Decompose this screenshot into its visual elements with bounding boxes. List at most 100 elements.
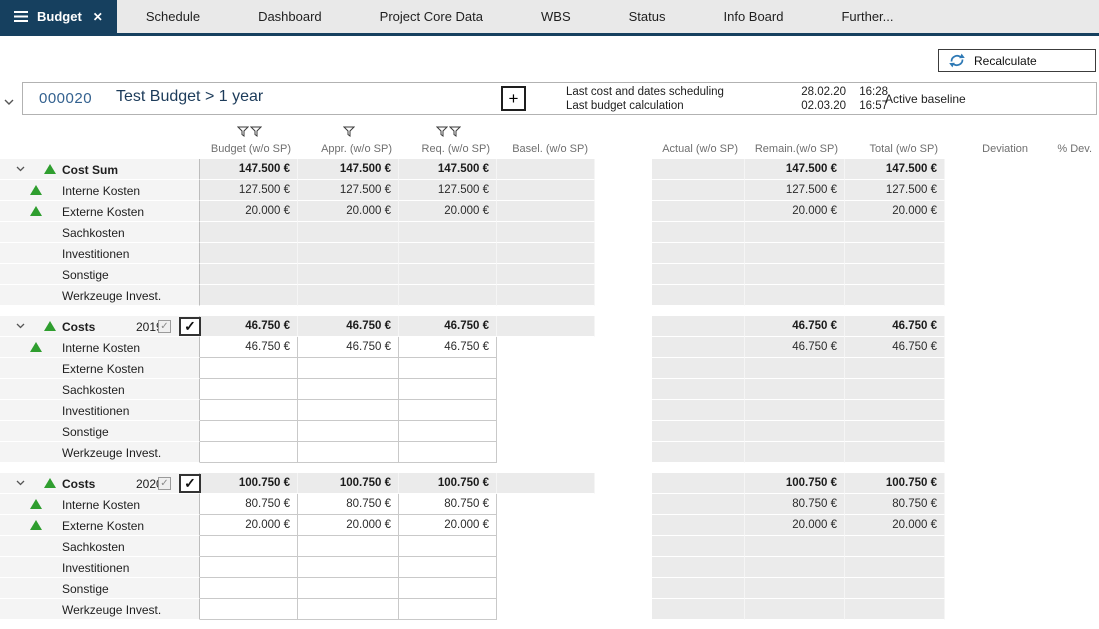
active-checkbox[interactable]: ✓ bbox=[179, 317, 201, 336]
baseline-checkbox[interactable]: ✓ bbox=[158, 477, 171, 490]
cell-req[interactable] bbox=[399, 536, 497, 557]
cell-budget[interactable] bbox=[200, 536, 298, 557]
row-label-cell: Interne Kosten bbox=[0, 494, 200, 515]
cell-appr[interactable] bbox=[298, 400, 399, 421]
cell-req[interactable] bbox=[399, 557, 497, 578]
tab-info-board[interactable]: Info Board bbox=[694, 0, 812, 33]
table-row: Sachkosten bbox=[0, 379, 1099, 400]
filter-icon[interactable] bbox=[250, 126, 262, 137]
row-label-cell: Werkzeuge Invest. bbox=[0, 599, 200, 620]
cell-appr[interactable] bbox=[298, 599, 399, 620]
cell-gap bbox=[595, 337, 652, 358]
row-label-cell: Sonstige bbox=[0, 421, 200, 442]
header-collapse-icon[interactable] bbox=[4, 92, 14, 110]
cell-req: 147.500 € bbox=[399, 159, 497, 180]
cell-appr[interactable] bbox=[298, 578, 399, 599]
filter-icon[interactable] bbox=[343, 126, 355, 137]
cell-deviation bbox=[945, 578, 1035, 599]
cell-basel bbox=[497, 180, 595, 201]
add-button[interactable]: + bbox=[501, 86, 526, 111]
cell-appr[interactable] bbox=[298, 557, 399, 578]
filter-row bbox=[0, 122, 1099, 139]
table-row: Externe Kosten20.000 €20.000 €20.000 €20… bbox=[0, 515, 1099, 536]
cell-budget[interactable] bbox=[200, 358, 298, 379]
tab-status[interactable]: Status bbox=[600, 0, 695, 33]
cell-total bbox=[845, 400, 945, 421]
menu-icon[interactable] bbox=[14, 11, 28, 22]
column-header-appr: Appr. (w/o SP) bbox=[298, 139, 399, 159]
tab-project-core-data[interactable]: Project Core Data bbox=[351, 0, 512, 33]
cell-req[interactable] bbox=[399, 421, 497, 442]
filter-icon[interactable] bbox=[449, 126, 461, 137]
tab-dashboard[interactable]: Dashboard bbox=[229, 0, 351, 33]
cell-deviation bbox=[945, 159, 1035, 180]
tab-further[interactable]: Further... bbox=[812, 0, 922, 33]
column-header-actual: Actual (w/o SP) bbox=[652, 139, 745, 159]
row-label: Investitionen bbox=[62, 243, 129, 264]
tab-schedule[interactable]: Schedule bbox=[117, 0, 229, 33]
cell-actual bbox=[652, 222, 745, 243]
row-label: Werkzeuge Invest. bbox=[62, 599, 161, 620]
section-label: Cost Sum bbox=[62, 159, 118, 180]
cell-budget[interactable]: 80.750 € bbox=[200, 494, 298, 515]
cell-appr[interactable] bbox=[298, 442, 399, 463]
cell-appr[interactable]: 20.000 € bbox=[298, 515, 399, 536]
cell-budget[interactable] bbox=[200, 442, 298, 463]
cell-req[interactable] bbox=[399, 400, 497, 421]
cell-remain bbox=[745, 358, 845, 379]
cell-req[interactable] bbox=[399, 578, 497, 599]
cell-budget[interactable] bbox=[200, 400, 298, 421]
cell-pdev bbox=[1035, 421, 1099, 442]
cell-req[interactable] bbox=[399, 379, 497, 400]
cell-appr[interactable] bbox=[298, 421, 399, 442]
cell-budget[interactable] bbox=[200, 599, 298, 620]
tab-wbs[interactable]: WBS bbox=[512, 0, 600, 33]
close-tab-icon[interactable]: ✕ bbox=[93, 10, 103, 24]
baseline-checkbox[interactable]: ✓ bbox=[158, 320, 171, 333]
cell-req[interactable]: 20.000 € bbox=[399, 515, 497, 536]
row-label-cell: Costs2020✓✓ bbox=[0, 473, 200, 494]
row-label-cell: Sonstige bbox=[0, 264, 200, 285]
cell-actual bbox=[652, 536, 745, 557]
filter-icon[interactable] bbox=[237, 126, 249, 137]
cell-appr: 20.000 € bbox=[298, 201, 399, 222]
cell-req[interactable]: 46.750 € bbox=[399, 337, 497, 358]
cell-appr[interactable] bbox=[298, 358, 399, 379]
column-header-pdev: % Dev. bbox=[1035, 139, 1099, 159]
cell-budget[interactable]: 46.750 € bbox=[200, 337, 298, 358]
row-label-cell: Investitionen bbox=[0, 243, 200, 264]
cell-budget[interactable] bbox=[200, 421, 298, 442]
cell-budget[interactable]: 20.000 € bbox=[200, 515, 298, 536]
cell-budget[interactable] bbox=[200, 379, 298, 400]
column-header-budget: Budget (w/o SP) bbox=[200, 139, 298, 159]
cell-budget: 147.500 € bbox=[200, 159, 298, 180]
row-label: Externe Kosten bbox=[62, 515, 144, 536]
cell-appr[interactable]: 46.750 € bbox=[298, 337, 399, 358]
expand-chevron-icon[interactable] bbox=[16, 480, 25, 486]
recalculate-button[interactable]: Recalculate bbox=[938, 49, 1096, 72]
cell-budget bbox=[200, 243, 298, 264]
filter-icon[interactable] bbox=[436, 126, 448, 137]
cell-req[interactable] bbox=[399, 442, 497, 463]
table-row: Sonstige bbox=[0, 578, 1099, 599]
cell-req[interactable] bbox=[399, 358, 497, 379]
cell-req[interactable]: 80.750 € bbox=[399, 494, 497, 515]
section-row: Cost Sum147.500 €147.500 €147.500 €147.5… bbox=[0, 159, 1099, 180]
expand-chevron-icon[interactable] bbox=[16, 323, 25, 329]
cell-budget: 127.500 € bbox=[200, 180, 298, 201]
cell-gap bbox=[595, 557, 652, 578]
cell-gap bbox=[595, 222, 652, 243]
active-checkbox[interactable]: ✓ bbox=[179, 474, 201, 493]
cell-budget[interactable] bbox=[200, 557, 298, 578]
cell-req[interactable] bbox=[399, 599, 497, 620]
cell-budget[interactable] bbox=[200, 578, 298, 599]
cell-appr[interactable] bbox=[298, 536, 399, 557]
tab-budget[interactable]: Budget ✕ bbox=[0, 0, 117, 33]
row-label: Werkzeuge Invest. bbox=[62, 442, 161, 463]
cell-total: 46.750 € bbox=[845, 316, 945, 337]
cell-appr[interactable]: 80.750 € bbox=[298, 494, 399, 515]
expand-chevron-icon[interactable] bbox=[16, 166, 25, 172]
cell-appr[interactable] bbox=[298, 379, 399, 400]
cell-appr: 127.500 € bbox=[298, 180, 399, 201]
cell-pdev bbox=[1035, 159, 1099, 180]
